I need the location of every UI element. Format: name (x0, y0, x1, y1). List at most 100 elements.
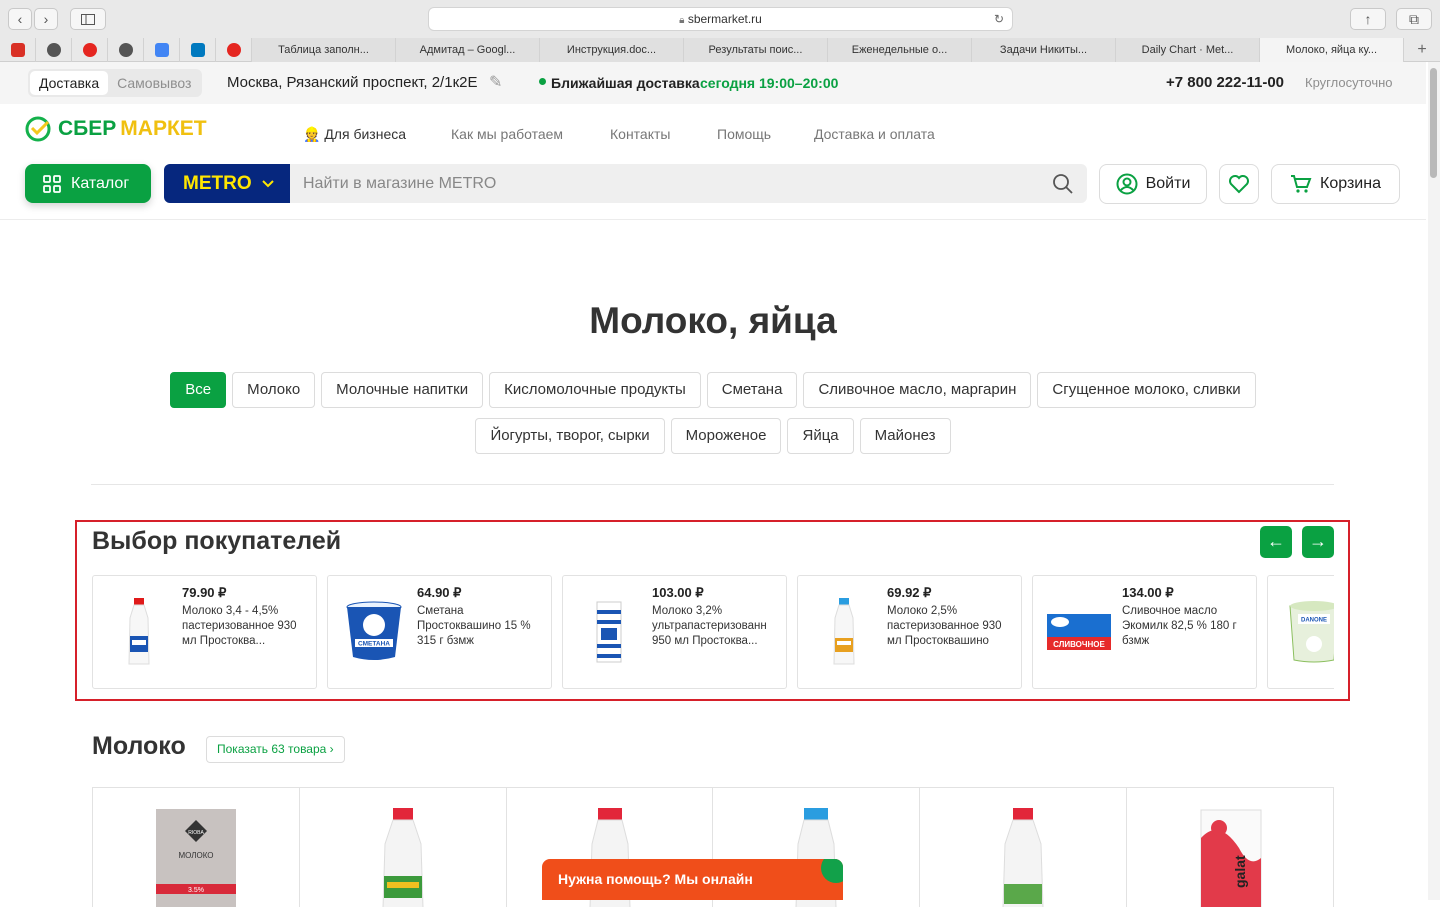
sour-cream-label: СМЕТАНА (358, 641, 390, 648)
product-price: 79.90 ₽ (182, 585, 227, 600)
help-chat-banner[interactable]: Нужна помощь? Мы онлайн (542, 859, 843, 900)
pinned-tab[interactable] (0, 38, 36, 62)
pinned-tab[interactable] (180, 38, 216, 62)
nav-delivery-payment[interactable]: Доставка и оплата (814, 126, 935, 142)
product-tile[interactable]: galat (1127, 788, 1333, 907)
browser-tab[interactable]: Daily Chart · Met... (1116, 38, 1260, 62)
butter-pack-image: СЛИВОЧНОЕ (1043, 592, 1115, 672)
show-all-milk-button[interactable]: Показать 63 товара › (206, 736, 345, 763)
sidebar-toggle-icon[interactable] (70, 8, 106, 30)
address-bar[interactable]: 🔒︎ sbermarket.ru ↻ (428, 7, 1013, 31)
sbermarket-logo[interactable]: СБЕР МАРКЕТ (25, 116, 207, 142)
logo-text-sber: СБЕР (58, 117, 117, 140)
tabs-overview-icon[interactable]: ⧉ (1396, 8, 1432, 30)
product-card[interactable]: СЛИВОЧНОЕ 134.00 ₽ Сливочное масло Экоми… (1032, 575, 1257, 689)
carton-brand-label: galat (1232, 855, 1248, 888)
pinned-tab[interactable] (216, 38, 252, 62)
info-bar: Доставка Самовывоз Москва, Рязанский про… (0, 62, 1426, 104)
chip-milk-drinks[interactable]: Молочные напитки (321, 372, 484, 408)
browser-tab[interactable]: Адмитад – Googl... (396, 38, 540, 62)
pickup-tab[interactable]: Самовывоз (108, 71, 200, 95)
product-price: 103.00 ₽ (652, 585, 704, 600)
milk-section-title: Молоко (92, 732, 186, 760)
url-text: sbermarket.ru (687, 12, 762, 26)
scrollbar-thumb[interactable] (1430, 68, 1437, 178)
carousel-next-button[interactable]: → (1302, 526, 1334, 558)
picks-title: Выбор покупателей (92, 527, 342, 555)
chip-milk[interactable]: Молоко (232, 372, 316, 408)
product-card[interactable]: DANONE (1267, 575, 1334, 689)
browser-tab[interactable]: Задачи Никиты... (972, 38, 1116, 62)
pack-brand-label: RIOBA (188, 830, 204, 836)
chip-sour-milk[interactable]: Кисломолочные продукты (489, 372, 701, 408)
danone-label: DANONE (1301, 618, 1327, 624)
product-tile[interactable]: RIOBA МОЛОКО 3.5% (93, 788, 300, 907)
back-button[interactable]: ‹ (8, 8, 32, 30)
chip-yogurts[interactable]: Йогурты, творог, сырки (475, 418, 665, 454)
page-scrollbar[interactable] (1428, 62, 1440, 900)
sour-cream-cup-image: СМЕТАНА (338, 592, 410, 672)
pack-fat-label: 3.5% (188, 887, 204, 894)
nav-help[interactable]: Помощь (717, 126, 771, 142)
forward-button[interactable]: › (34, 8, 58, 30)
cart-button[interactable]: Корзина (1271, 164, 1400, 204)
browser-tab[interactable]: Еженедельные о... (828, 38, 972, 62)
store-selector[interactable]: METRO (164, 164, 290, 203)
nav-how-we-work[interactable]: Как мы работаем (451, 126, 563, 142)
category-chips-row-2: Йогурты, творог, сырки Мороженое Яйца Ма… (0, 418, 1426, 454)
help-text: Нужна помощь? Мы онлайн (558, 871, 753, 887)
pinned-tab[interactable] (36, 38, 72, 62)
chat-leaf-icon (821, 859, 843, 883)
support-phone[interactable]: +7 800 222-11-00 (1166, 74, 1284, 91)
chip-ice-cream[interactable]: Мороженое (670, 418, 782, 454)
carousel-prev-button[interactable]: ← (1260, 526, 1292, 558)
browser-tab[interactable]: Таблица заполн... (252, 38, 396, 62)
grid-icon (43, 174, 61, 193)
docs-icon (154, 43, 169, 57)
product-tile[interactable] (920, 788, 1128, 907)
milk-bottle-image (1002, 808, 1044, 907)
chip-condensed-milk[interactable]: Сгущенное молоко, сливки (1037, 372, 1256, 408)
chip-sour-cream[interactable]: Сметана (706, 372, 798, 408)
product-card[interactable]: СМЕТАНА 64.90 ₽ Сметана Простоквашино 15… (327, 575, 552, 689)
share-icon[interactable]: ↑ (1350, 8, 1386, 30)
chip-butter[interactable]: Сливочное масло, маргарин (803, 372, 1032, 408)
pinned-tab[interactable] (144, 38, 180, 62)
edit-pencil-icon[interactable]: ✎ (489, 72, 502, 92)
product-card[interactable]: 103.00 ₽ Молоко 3,2% ультрапастеризованн… (562, 575, 787, 689)
pinned-tab[interactable] (108, 38, 144, 62)
new-tab-button[interactable]: + (1404, 38, 1440, 62)
page-title: Молоко, яйца (589, 300, 837, 341)
search-icon[interactable] (1052, 173, 1074, 195)
nav-contacts[interactable]: Контакты (610, 126, 670, 142)
heart-icon (1229, 175, 1249, 194)
login-button[interactable]: Войти (1099, 164, 1207, 204)
browser-tab[interactable]: Инструкция.doc... (540, 38, 684, 62)
chip-eggs[interactable]: Яйца (787, 418, 854, 454)
search-input[interactable] (290, 164, 1087, 203)
browser-tab-active[interactable]: Молоко, яйца ку... (1260, 38, 1404, 62)
product-tile[interactable] (300, 788, 507, 907)
yogurt-cup-image: DANONE (1278, 592, 1334, 672)
browser-tab[interactable]: Результаты поис... (684, 38, 828, 62)
header-divider (0, 219, 1426, 220)
nav-business[interactable]: 👷 Для бизнеса (303, 126, 406, 143)
delivery-address[interactable]: Москва, Рязанский проспект, 2/1к2Е (227, 74, 477, 91)
favorites-button[interactable] (1219, 164, 1259, 204)
delivery-tab[interactable]: Доставка (30, 71, 109, 95)
category-chips-row-1: Все Молоко Молочные напитки Кисломолочны… (0, 372, 1426, 408)
product-name: Сливочное масло Экомилк 82,5 % 180 г бзм… (1122, 605, 1237, 647)
product-card[interactable]: 69.92 ₽ Молоко 2,5% пастеризованное 930 … (797, 575, 1022, 689)
reload-icon[interactable]: ↻ (994, 8, 1004, 30)
cart-label: Корзина (1320, 175, 1381, 192)
store-name: METRO (183, 172, 252, 194)
trello-icon (190, 43, 205, 57)
product-card[interactable]: 79.90 ₽ Молоко 3,4 - 4,5% пастеризованно… (92, 575, 317, 689)
chip-all[interactable]: Все (170, 372, 227, 408)
chip-mayonnaise[interactable]: Майонез (859, 418, 951, 454)
catalog-button[interactable]: Каталог (25, 164, 151, 203)
milk-bottle-image (382, 808, 424, 907)
product-name: Сметана Простоквашино 15 % 315 г бзмж (417, 605, 531, 647)
browser-chrome: ‹ › 🔒︎ sbermarket.ru ↻ ↑ ⧉ Таблица запол… (0, 0, 1440, 62)
pinned-tab[interactable] (72, 38, 108, 62)
